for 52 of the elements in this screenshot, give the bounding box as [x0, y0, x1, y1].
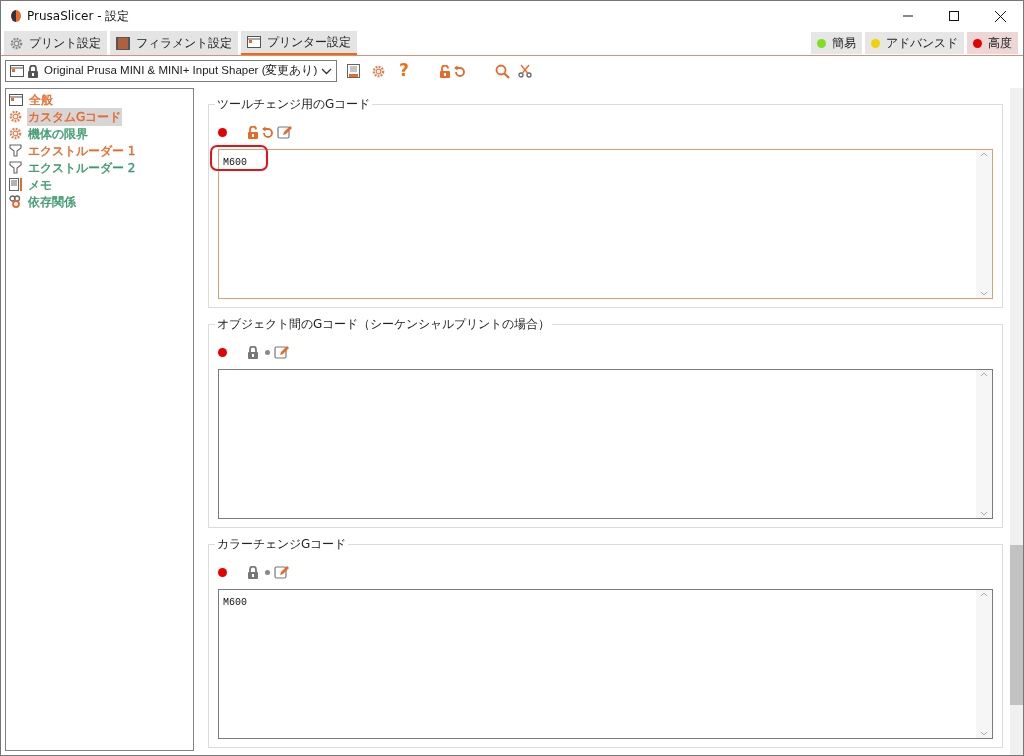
- maximize-icon[interactable]: [949, 11, 959, 21]
- printer-icon: [247, 36, 261, 48]
- search-icon[interactable]: [494, 63, 510, 79]
- vertical-scrollbar[interactable]: [1010, 88, 1023, 755]
- notes-icon: [9, 178, 22, 191]
- gcode-text-area[interactable]: M600: [218, 149, 993, 299]
- edit-icon[interactable]: [274, 564, 289, 580]
- app-logo-icon: [11, 10, 21, 22]
- save-icon[interactable]: [347, 64, 360, 78]
- funnel-icon: [9, 161, 22, 174]
- page-list-item[interactable]: エクストルーダー 2: [27, 158, 137, 177]
- group-title: オブジェクト間のGコード（シーケンシャルプリントの場合）: [215, 315, 553, 333]
- preset-dropdown[interactable]: Original Prusa MINI & MINI+ Input Shaper (変更あり): [5, 60, 337, 82]
- chain-icon: [9, 195, 22, 208]
- preset-name: Original Prusa MINI & MINI+ Input Shaper (変更あり): [44, 63, 318, 79]
- edit-icon[interactable]: [274, 344, 289, 360]
- group-title: ツールチェンジ用のGコード: [215, 95, 373, 113]
- page-list-item[interactable]: 機体の限界: [27, 124, 89, 143]
- scissors-icon[interactable]: [517, 64, 532, 78]
- gcode-text: M600: [223, 157, 247, 168]
- page-list-item[interactable]: 依存関係: [27, 192, 77, 211]
- window-title: PrusaSlicer - 設定: [27, 8, 130, 25]
- gear-icon: [9, 110, 22, 123]
- gcode-text: M600: [223, 597, 247, 608]
- funnel-icon: [9, 144, 22, 157]
- mode-button[interactable]: 高度: [967, 32, 1018, 54]
- page-icon: [9, 93, 23, 106]
- edit-icon[interactable]: [277, 124, 292, 140]
- chevron-down-icon: [321, 67, 332, 75]
- page-list-item[interactable]: エクストルーダー 1: [27, 141, 137, 160]
- spool-icon: [116, 36, 130, 50]
- gear-icon: [10, 36, 23, 50]
- gear-icon: [372, 64, 385, 78]
- printer-icon: [10, 65, 24, 77]
- scrollbar-thumb[interactable]: [1010, 545, 1023, 705]
- unlocked-padlock-icon[interactable]: [438, 64, 451, 78]
- gear-icon: [9, 127, 22, 140]
- settings-tab[interactable]: プリント設定: [4, 31, 107, 55]
- padlock-icon[interactable]: [247, 565, 259, 579]
- gcode-text-area[interactable]: M600: [218, 589, 993, 739]
- mode-button[interactable]: 簡易: [811, 32, 862, 54]
- mode-button[interactable]: アドバンスド: [865, 32, 964, 54]
- padlock-icon[interactable]: [247, 345, 259, 359]
- settings-tab[interactable]: プリンター設定: [241, 31, 357, 55]
- page-list-item[interactable]: 全般: [28, 90, 54, 109]
- page-list-item[interactable]: メモ: [27, 175, 53, 194]
- undo-arrow-icon[interactable]: [261, 125, 273, 139]
- unlocked-padlock-icon[interactable]: [247, 125, 259, 139]
- padlock-icon[interactable]: [27, 64, 39, 78]
- close-icon[interactable]: [994, 10, 1006, 22]
- settings-tab[interactable]: フィラメント設定: [110, 31, 238, 55]
- undo-arrow-icon[interactable]: [452, 64, 465, 78]
